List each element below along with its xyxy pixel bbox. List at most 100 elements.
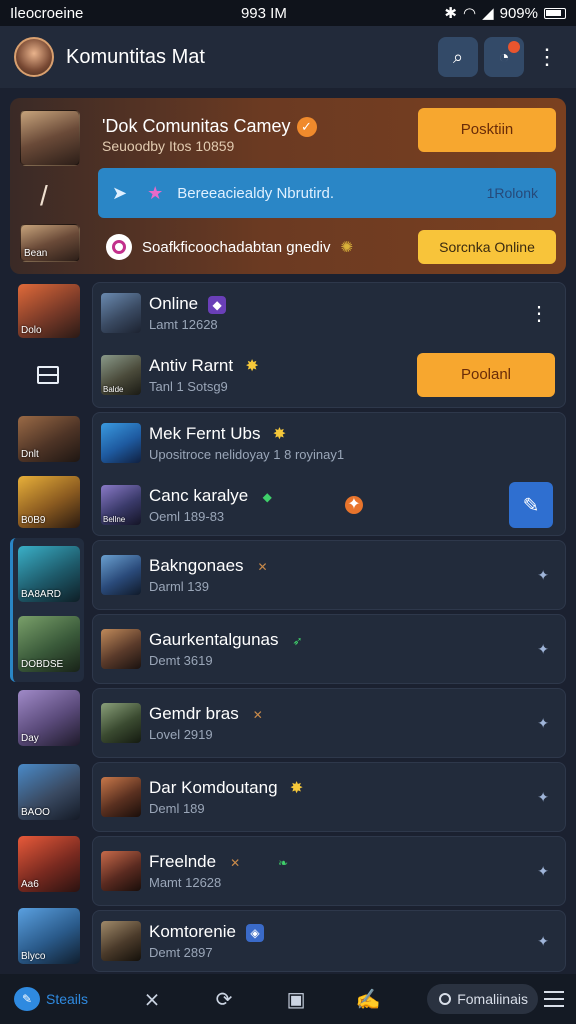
sidebar-thumb-2[interactable]: Dnlt xyxy=(18,416,80,462)
menu-icon[interactable] xyxy=(37,366,59,384)
list-item[interactable]: Gaurkentalgunas ➶ Demt 3619 ✦ xyxy=(101,619,557,679)
sidebar-thumb-8[interactable]: Aa6 xyxy=(18,836,80,892)
badge-icon: ◆ xyxy=(208,295,227,314)
notification-button[interactable]: ◔ xyxy=(484,37,524,77)
list-item[interactable]: Mek Fernt Ubs ✸ Upositroce nelidoyay 1 8 … xyxy=(101,413,557,473)
banner-thumb-bottom[interactable]: Bean xyxy=(20,224,80,262)
sidebar-thumb-7[interactable]: BAOO xyxy=(18,764,80,820)
sidebar-thumb-1[interactable]: Dolo xyxy=(18,284,80,338)
ship-icon[interactable]: ✦ xyxy=(537,567,549,584)
ship-icon[interactable]: ✦ xyxy=(537,933,549,950)
item-sub: Oeml 189-83 xyxy=(149,509,225,524)
ship-icon[interactable]: ✦ xyxy=(537,641,549,658)
nav-chat-label: Steails xyxy=(46,991,89,1007)
status-indicators: ✱ ◠ ◢ 909% xyxy=(444,4,566,22)
item-name: Online ◆ xyxy=(149,294,227,314)
ship-icon[interactable]: ✦ xyxy=(537,789,549,806)
sidebar-thumb-9[interactable]: Blyco xyxy=(18,908,80,964)
nav-compose[interactable]: ✍ xyxy=(332,987,404,1012)
star-icon: ★ xyxy=(147,182,164,203)
nav-refresh[interactable]: ⟳ xyxy=(188,987,260,1012)
item-name-text: Gemdr bras xyxy=(149,704,239,723)
sidebar-thumb-3[interactable]: B0B9 xyxy=(18,476,80,528)
list-card-1[interactable]: Bakngonaes ✕ Darml 139 ✦ xyxy=(92,540,566,610)
circle-icon xyxy=(439,993,452,1005)
item-name: Freelnde ✕ ❧ xyxy=(149,852,292,872)
leaf-icon: ❧ xyxy=(278,855,289,870)
list-icon[interactable] xyxy=(544,991,564,1007)
orange-badge-icon: ✦ xyxy=(345,496,363,514)
item-thumb xyxy=(101,703,141,743)
feather-tile-icon[interactable]: ✎ xyxy=(509,482,553,528)
list-item[interactable]: Komtorenie ◈ Demt 2897 ✦ xyxy=(101,911,557,971)
list-item[interactable]: Dar Komdoutang ✸ Deml 189 ✦ xyxy=(101,767,557,827)
search-button[interactable]: ⌕ xyxy=(438,37,478,77)
list-card-4[interactable]: Dar Komdoutang ✸ Deml 189 ✦ xyxy=(92,762,566,832)
list-card-3[interactable]: Gemdr bras ✕ Lovel 2919 ✦ xyxy=(92,688,566,758)
item-name: Dar Komdoutang ✸ xyxy=(149,778,306,798)
sidebar-thumb-6[interactable]: Day xyxy=(18,690,80,746)
item-name-text: Canc karalye xyxy=(149,486,249,505)
list-item[interactable]: Gemdr bras ✕ Lovel 2919 ✦ xyxy=(101,693,557,753)
battery-percent: 909% xyxy=(499,4,538,22)
app-header: Komuntitas Mat ⌕ ◔ ⋮ xyxy=(0,26,576,88)
carrier-label: Ileocroeine xyxy=(10,4,84,22)
item-sub: Mamt 12628 xyxy=(149,875,222,890)
list-item[interactable]: Bakngonaes ✕ Darml 139 ✦ xyxy=(101,545,557,605)
sidebar-thumb-5[interactable]: DOBDSE xyxy=(18,616,80,672)
compose-icon: ✍ xyxy=(355,988,381,1011)
blue-bar-right: 1Rolonk xyxy=(486,185,538,201)
banner-thumb-top[interactable] xyxy=(20,110,80,166)
item-name: Komtorenie ◈ xyxy=(149,922,264,942)
list-item[interactable]: Online ◆ Lamt 12628 ⋮ xyxy=(101,283,557,343)
row3-text: Soafkficoochadabtan gnediv xyxy=(142,238,331,256)
list-card-5[interactable]: Freelnde ✕ ❧ Mamt 12628 ✦ xyxy=(92,836,566,906)
banner-subtitle: Seuoodby Itos 10859 xyxy=(102,138,235,154)
item-action-button[interactable]: Poolanl xyxy=(417,353,555,397)
item-sub: Lovel 2919 xyxy=(149,727,213,742)
more-icon[interactable]: ⋮ xyxy=(529,301,549,326)
ship-icon[interactable]: ✦ xyxy=(537,715,549,732)
item-thumb xyxy=(101,629,141,669)
item-name: Bakngonaes ✕ xyxy=(149,556,272,576)
banner-secondary-button[interactable]: Sorcnka Online xyxy=(418,230,556,264)
item-name: Canc karalye ◆ xyxy=(149,486,276,506)
page-title: Komuntitas Mat xyxy=(66,45,205,68)
ring-icon xyxy=(106,234,132,260)
more-icon[interactable]: ⋮ xyxy=(532,44,562,70)
star-badge-icon: ✸ xyxy=(289,779,304,797)
avatar[interactable] xyxy=(14,37,54,77)
item-name-text: Komtorenie xyxy=(149,922,236,941)
item-name-text: Antiv Rarnt xyxy=(149,356,234,375)
item-name: Gaurkentalgunas ➶ xyxy=(149,630,306,650)
list-card-2[interactable]: Gaurkentalgunas ➶ Demt 3619 ✦ xyxy=(92,614,566,684)
item-name-text: Gaurkentalgunas xyxy=(149,630,279,649)
group-card-1: Online ◆ Lamt 12628 ⋮ Balde Antiv Rarnt ✸ … xyxy=(92,282,566,408)
sidebar-thumb-label: Aa6 xyxy=(21,879,39,890)
item-thumb: Balde xyxy=(101,355,141,395)
item-name-text: Freelnde xyxy=(149,852,217,871)
sidebar-thumb-label: B0B9 xyxy=(21,515,46,526)
item-name-text: Online xyxy=(149,294,199,313)
close-icon: ⨯ xyxy=(143,988,161,1011)
item-sub: Tanl 1 Sotsg9 xyxy=(149,379,228,394)
item-thumb xyxy=(101,777,141,817)
item-sub: Demt 2897 xyxy=(149,945,213,960)
banner-primary-button[interactable]: Posktiin xyxy=(418,108,556,152)
sidebar-thumb-4[interactable]: BA8ARD xyxy=(18,546,80,602)
list-item[interactable]: Bellne Canc karalye ◆ Oeml 189-83 ✦ ✎ xyxy=(101,475,557,535)
list-item[interactable]: Freelnde ✕ ❧ Mamt 12628 ✦ xyxy=(101,841,557,901)
item-name: Gemdr bras ✕ xyxy=(149,704,267,724)
nav-gallery[interactable]: ▣ xyxy=(260,987,332,1012)
banner-title-text: 'Dok Comunitas Camey xyxy=(102,116,291,136)
item-name: Mek Fernt Ubs ✸ xyxy=(149,424,344,444)
banner-blue-bar[interactable]: ➤ ★ Bereeaciealdy Nbrutird. 1Rolonk xyxy=(98,168,556,218)
list-item[interactable]: Balde Antiv Rarnt ✸ Tanl 1 Sotsg9 Poolanl xyxy=(101,345,557,405)
gem-badge-icon: ◆ xyxy=(262,489,272,504)
status-pill[interactable]: Fomaliinais xyxy=(427,984,538,1014)
nav-close[interactable]: ⨯ xyxy=(116,987,188,1012)
list-card-6[interactable]: Komtorenie ◈ Demt 2897 ✦ xyxy=(92,910,566,972)
ship-icon[interactable]: ✦ xyxy=(537,863,549,880)
nav-chat[interactable]: ✎ Steails xyxy=(14,987,88,1011)
badge-icon: ✕ xyxy=(230,855,241,870)
